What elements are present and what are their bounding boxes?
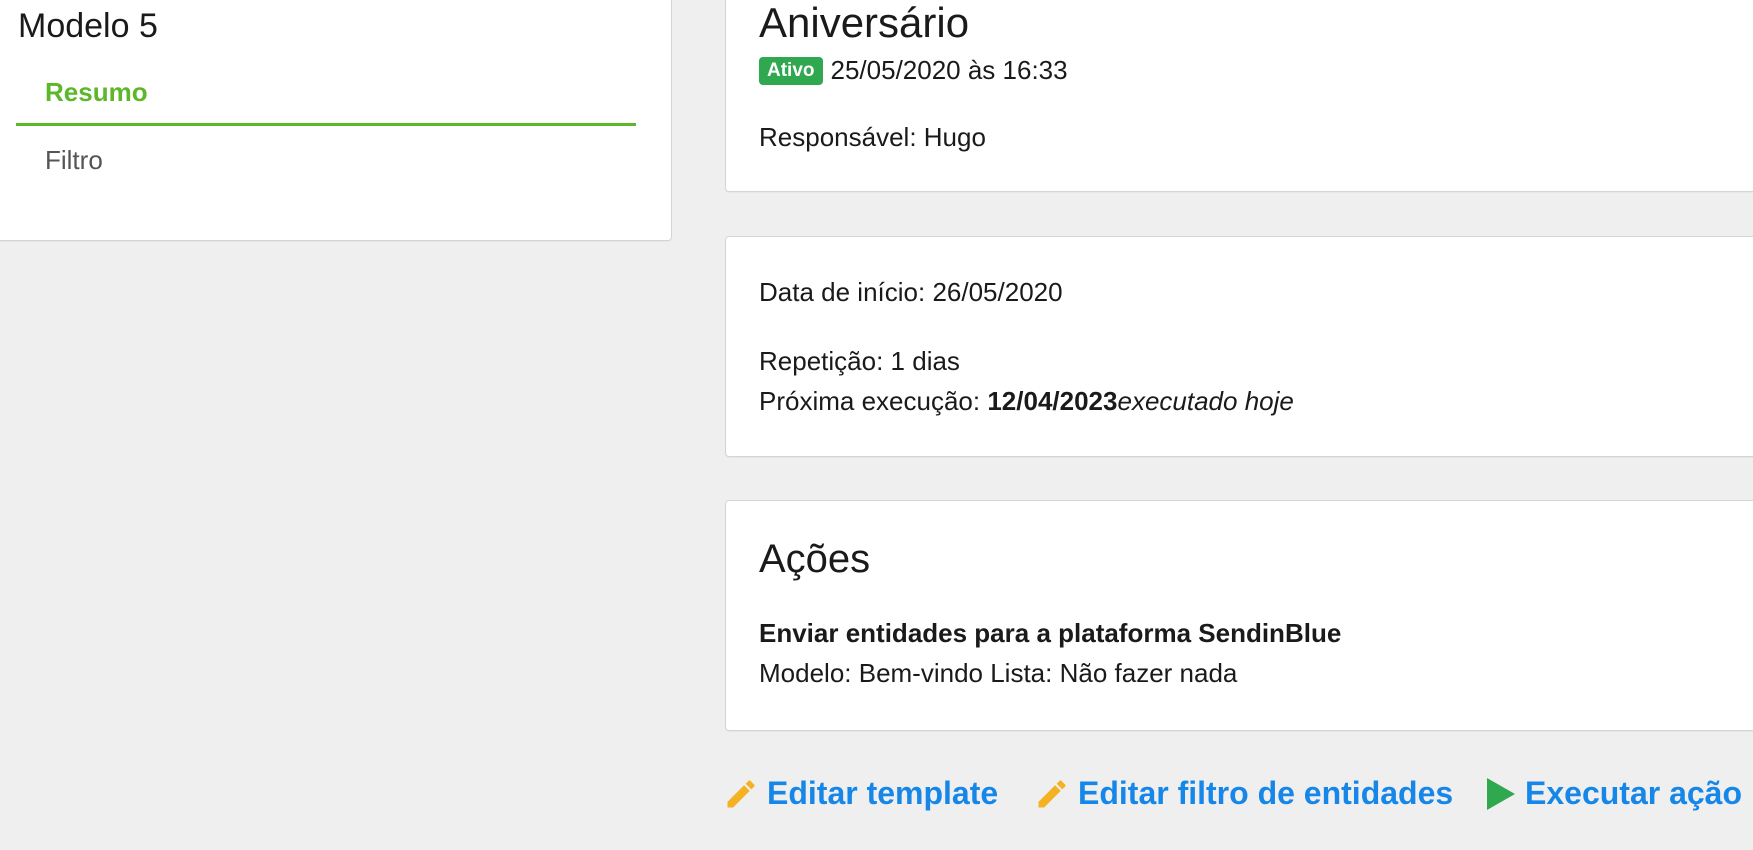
tab-filtro[interactable]: Filtro xyxy=(45,145,103,176)
next-execution-row: Próxima execução: 12/04/2023executado ho… xyxy=(759,386,1294,417)
actions-heading: Ações xyxy=(759,537,871,581)
responsible-row: Responsável: Hugo xyxy=(759,122,986,153)
execute-action-link[interactable]: Executar ação xyxy=(1485,775,1742,812)
action-title: Enviar entidades para a plataforma Sendi… xyxy=(759,618,1342,648)
play-icon xyxy=(1485,776,1517,812)
sidebar-panel: Modelo 5 Resumo Filtro xyxy=(0,0,672,241)
start-date-label: Data de início: xyxy=(759,277,926,307)
next-execution-note: executado hoje xyxy=(1117,386,1294,416)
active-tab-underline xyxy=(16,123,636,126)
responsible-label: Responsável: xyxy=(759,122,917,152)
pencil-icon xyxy=(723,776,759,812)
sidebar-title: Modelo 5 xyxy=(18,7,158,45)
status-row: Ativo 25/05/2020 às 16:33 xyxy=(759,55,1068,86)
repeat-value: 1 dias xyxy=(890,346,960,376)
edit-template-link[interactable]: Editar template xyxy=(723,775,998,812)
next-execution-date: 12/04/2023 xyxy=(987,386,1118,416)
next-execution-label: Próxima execução: xyxy=(759,386,981,416)
created-date: 25/05/2020 às 16:33 xyxy=(830,55,1068,85)
edit-template-label: Editar template xyxy=(767,775,999,811)
execute-action-label: Executar ação xyxy=(1525,775,1743,811)
tab-resumo[interactable]: Resumo xyxy=(45,77,148,108)
repeat-label: Repetição: xyxy=(759,346,884,376)
edit-filter-label: Editar filtro de entidades xyxy=(1078,775,1454,811)
edit-filter-link[interactable]: Editar filtro de entidades xyxy=(1034,775,1453,812)
summary-card: Aniversário Ativo 25/05/2020 às 16:33 Re… xyxy=(725,0,1753,192)
start-date-value: 26/05/2020 xyxy=(932,277,1063,307)
page-title: Aniversário xyxy=(759,0,970,46)
responsible-name: Hugo xyxy=(923,122,986,152)
repeat-row: Repetição: 1 dias xyxy=(759,346,960,377)
pencil-icon xyxy=(1034,776,1070,812)
status-badge: Ativo xyxy=(759,56,823,85)
action-details: Modelo: Bem-vindo Lista: Não fazer nada xyxy=(759,658,1238,688)
schedule-card: Data de início: 26/05/2020 Repetição: 1 … xyxy=(725,236,1753,457)
start-date-row: Data de início: 26/05/2020 xyxy=(759,277,1063,308)
actions-card: Ações Enviar entidades para a plataforma… xyxy=(725,500,1753,731)
